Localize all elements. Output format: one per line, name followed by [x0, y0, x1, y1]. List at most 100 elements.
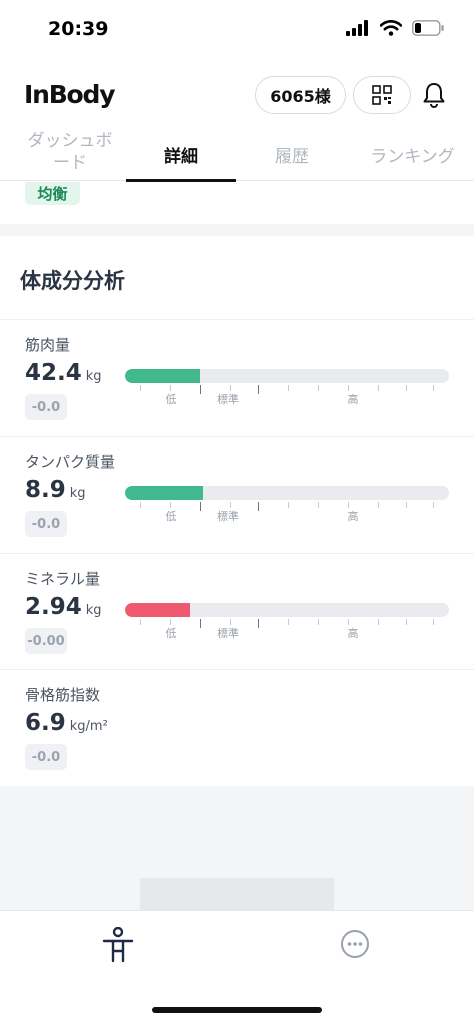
- inbody-logo: InBody: [24, 80, 116, 109]
- bar-track: [125, 369, 449, 383]
- bar-fill: [125, 603, 190, 617]
- metric-change-badge: -0.0: [25, 744, 67, 770]
- bar-tick: [433, 385, 434, 391]
- bell-icon: [423, 83, 445, 108]
- tab-ranking-label: ランキング: [370, 147, 455, 167]
- notification-button[interactable]: [420, 81, 448, 109]
- qr-code-button[interactable]: [353, 76, 411, 114]
- bar-tick: [140, 619, 141, 625]
- nav-body-button[interactable]: [101, 926, 135, 963]
- tab-history-label: 履歴: [275, 147, 309, 167]
- nav-more-button[interactable]: [340, 929, 370, 959]
- metric-muscle-mass: 筋肉量 42.4 kg -0.0 低 標準 高: [0, 319, 474, 436]
- metric-value: 42.4 kg: [25, 360, 102, 386]
- section-title: 体成分分析: [20, 269, 125, 293]
- status-time: 20:39: [48, 18, 109, 40]
- metric-unit: kg: [85, 603, 102, 618]
- content-placeholder-area: [0, 786, 474, 918]
- bar-scale-label: 高: [347, 393, 359, 406]
- tab-detail[interactable]: 詳細: [126, 126, 236, 182]
- bar-scale-label: 高: [347, 510, 359, 523]
- bar-tick: [140, 502, 141, 508]
- tab-ranking[interactable]: ランキング: [355, 126, 470, 181]
- bar-tick: [318, 502, 319, 508]
- metric-bar: 低 標準 高: [125, 369, 449, 413]
- tab-dashboard[interactable]: ダッシュボ ード: [20, 130, 120, 185]
- bar-tick: [378, 502, 379, 508]
- bar-tick: [140, 385, 141, 391]
- metric-label: ミネラル量: [25, 570, 101, 588]
- active-tab-indicator: [126, 179, 236, 182]
- metric-value: 2.94 kg: [25, 594, 102, 620]
- metric-unit: kg/m²: [69, 719, 108, 734]
- tab-dashboard-line1: ダッシュボ: [27, 131, 113, 151]
- wifi-icon: [380, 20, 402, 36]
- metric-label: タンパク質量: [25, 453, 116, 471]
- bar-tick: [258, 385, 259, 394]
- bar-tick: [378, 619, 379, 625]
- battery-icon: [412, 20, 444, 36]
- bar-tick: [318, 619, 319, 625]
- more-icon: [341, 930, 369, 958]
- bar-tick: [288, 385, 289, 391]
- bar-track: [125, 603, 449, 617]
- metric-protein: タンパク質量 8.9 kg -0.0 低 標準 高: [0, 436, 474, 553]
- bar-tick: [200, 385, 201, 394]
- cellular-signal-icon: [346, 20, 368, 36]
- bar-tick: [288, 619, 289, 625]
- bar-scale-label: 低: [165, 393, 177, 406]
- metric-unit: kg: [85, 369, 102, 384]
- tab-bar: ダッシュボ ード 詳細 履歴 ランキング: [0, 126, 474, 182]
- bar-tick: [288, 502, 289, 508]
- metric-number: 8.9: [25, 477, 66, 503]
- home-indicator: [152, 1007, 322, 1013]
- bar-tick: [200, 502, 201, 511]
- bar-tick: [406, 619, 407, 625]
- bar-tick: [433, 502, 434, 508]
- bar-tick: [406, 502, 407, 508]
- metric-change-badge: -0.0: [25, 394, 67, 420]
- metric-bar: 低 標準 高: [125, 486, 449, 530]
- body-icon: [102, 926, 134, 963]
- bar-tick: [258, 619, 259, 628]
- bar-fill: [125, 369, 200, 383]
- bottom-navigation: [0, 910, 474, 1024]
- metric-change-badge: -0.0: [25, 511, 67, 537]
- bar-scale-label: 低: [165, 627, 177, 640]
- bar-scale-label: 高: [347, 627, 359, 640]
- metric-label: 骨格筋指数: [25, 686, 101, 704]
- status-icons: [346, 20, 444, 36]
- metric-number: 6.9: [25, 710, 66, 736]
- bar-tick: [318, 385, 319, 391]
- section-divider: [0, 224, 474, 236]
- bar-tick: [433, 619, 434, 625]
- bar-scale-label: 標準: [217, 510, 239, 523]
- bar-tick: [406, 385, 407, 391]
- bar-scale-label: 標準: [217, 627, 239, 640]
- bar-tick: [258, 502, 259, 511]
- metric-minerals: ミネラル量 2.94 kg -0.00 低 標準 高: [0, 553, 474, 669]
- status-bar: 20:39: [0, 0, 474, 64]
- qr-code-icon: [372, 85, 392, 105]
- bar-tick: [378, 385, 379, 391]
- balance-badge: 均衡: [25, 182, 80, 205]
- metric-bar: 低 標準 高: [125, 603, 449, 647]
- app-header: InBody 6065様: [0, 76, 474, 118]
- bar-scale-label: 標準: [217, 393, 239, 406]
- bar-scale-label: 低: [165, 510, 177, 523]
- metric-number: 2.94: [25, 594, 82, 620]
- metric-change-badge: -0.00: [25, 628, 67, 654]
- tab-detail-label: 詳細: [164, 147, 198, 167]
- metric-label: 筋肉量: [25, 336, 71, 354]
- tab-dashboard-line2: ード: [53, 153, 87, 173]
- metric-skeletal-muscle-index: 骨格筋指数 6.9 kg/m² -0.0: [0, 669, 474, 786]
- metric-unit: kg: [69, 486, 86, 501]
- metric-number: 42.4: [25, 360, 82, 386]
- bar-fill: [125, 486, 203, 500]
- metric-value: 6.9 kg/m²: [25, 710, 108, 736]
- metric-value: 8.9 kg: [25, 477, 86, 503]
- bar-tick: [200, 619, 201, 628]
- bar-track: [125, 486, 449, 500]
- tab-history[interactable]: 履歴: [247, 126, 337, 181]
- user-button[interactable]: 6065様: [255, 76, 346, 114]
